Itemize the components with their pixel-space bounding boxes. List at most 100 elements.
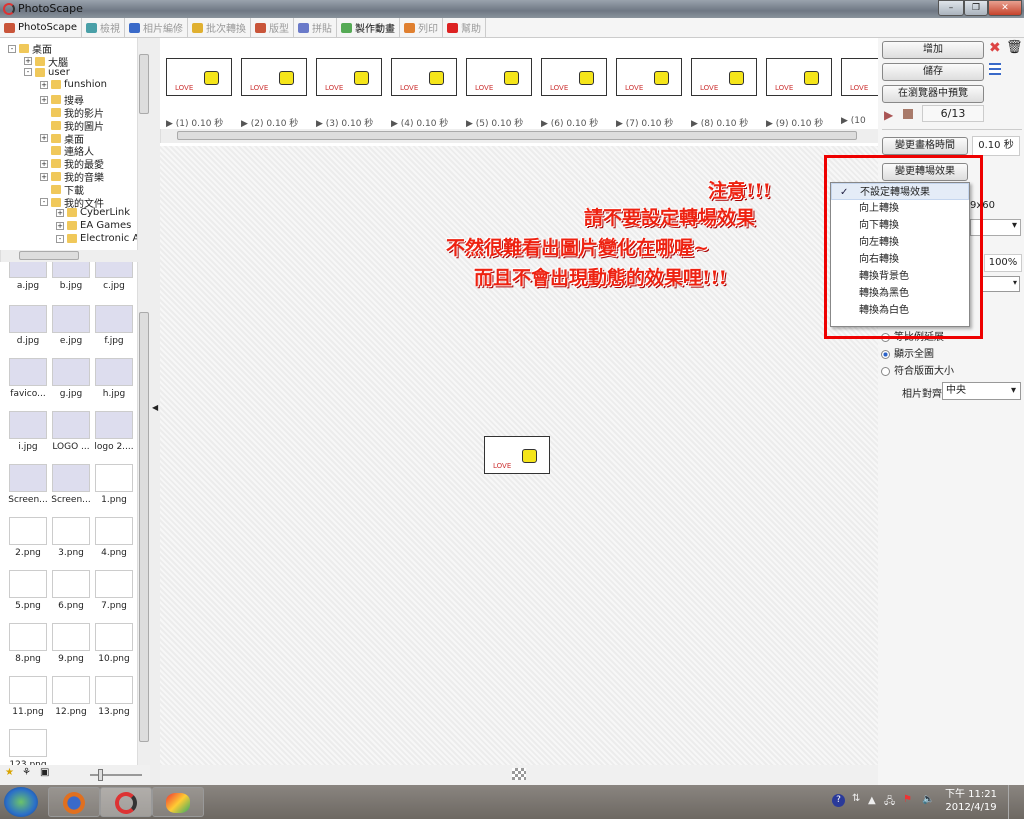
file-item[interactable]: logo 2.... bbox=[93, 411, 135, 452]
frame-play-icon[interactable]: ▶ bbox=[691, 119, 701, 129]
fit-page-radio[interactable]: 符合版面大小 bbox=[881, 362, 954, 377]
tree-horizontal-scrollbar[interactable] bbox=[0, 250, 150, 262]
file-item[interactable]: LOGO ... bbox=[50, 411, 92, 452]
help-icon[interactable]: ? bbox=[832, 794, 845, 807]
frame-thumbnail[interactable]: LOVE bbox=[391, 58, 457, 96]
file-item[interactable]: 1.png bbox=[93, 464, 135, 505]
frame-thumbnail[interactable]: LOVE bbox=[466, 58, 532, 96]
expand-toggle[interactable]: - bbox=[56, 234, 64, 243]
frame-label[interactable]: ▶ (9) 0.10 秒 bbox=[766, 116, 823, 129]
thumbnail-size-slider[interactable] bbox=[90, 769, 142, 781]
frame-thumbnail[interactable]: LOVE bbox=[316, 58, 382, 96]
percent-field[interactable]: 100% bbox=[984, 254, 1022, 272]
tree-item[interactable]: - Electronic A bbox=[56, 233, 139, 244]
file-item[interactable]: c.jpg bbox=[93, 262, 135, 291]
save-button[interactable]: 儲存 bbox=[882, 63, 984, 81]
files-vertical-scrollbar[interactable] bbox=[137, 262, 150, 765]
taskbar-firefox[interactable] bbox=[48, 787, 100, 817]
close-button[interactable]: ✕ bbox=[988, 0, 1022, 16]
tab-3[interactable]: 批次轉換 bbox=[188, 18, 251, 37]
frame-thumbnail[interactable]: LOVE bbox=[541, 58, 607, 96]
file-item[interactable]: 13.png bbox=[93, 676, 135, 717]
frame-label[interactable]: ▶ (10 bbox=[841, 116, 866, 126]
tab-4[interactable]: 版型 bbox=[251, 18, 294, 37]
taskbar-paint[interactable] bbox=[152, 787, 204, 817]
frame-play-icon[interactable]: ▶ bbox=[241, 119, 251, 129]
expand-toggle[interactable]: + bbox=[40, 159, 48, 168]
file-item[interactable]: 2.png bbox=[7, 517, 49, 558]
frame-label[interactable]: ▶ (8) 0.10 秒 bbox=[691, 116, 748, 129]
file-item[interactable]: 9.png bbox=[50, 623, 92, 664]
frame-play-icon[interactable]: ▶ bbox=[466, 119, 476, 129]
file-item[interactable]: a.jpg bbox=[7, 262, 49, 291]
tab-0[interactable]: PhotoScape bbox=[0, 18, 82, 37]
file-item[interactable]: g.jpg bbox=[50, 358, 92, 399]
frame-play-icon[interactable]: ▶ bbox=[766, 119, 776, 129]
preview-in-browser-button[interactable]: 在瀏覽器中預覽 bbox=[882, 85, 984, 103]
star-icon[interactable]: ★ bbox=[5, 767, 14, 778]
tree-item[interactable]: + EA Games bbox=[56, 220, 131, 231]
frame-label[interactable]: ▶ (7) 0.10 秒 bbox=[616, 116, 673, 129]
tab-2[interactable]: 相片編修 bbox=[125, 18, 188, 37]
stop-icon[interactable] bbox=[903, 109, 913, 119]
file-item[interactable]: 10.png bbox=[93, 623, 135, 664]
play-icon[interactable]: ▶ bbox=[884, 108, 893, 122]
expand-toggle[interactable]: + bbox=[40, 134, 48, 143]
filmstrip-scrollbar[interactable] bbox=[160, 129, 878, 143]
frame-play-icon[interactable]: ▶ bbox=[841, 116, 851, 126]
expand-toggle[interactable]: - bbox=[24, 68, 32, 77]
expand-toggle[interactable]: + bbox=[40, 172, 48, 181]
file-item[interactable]: favico... bbox=[7, 358, 49, 399]
show-all-radio[interactable]: 顯示全圖 bbox=[881, 345, 934, 360]
file-item[interactable]: d.jpg bbox=[7, 305, 49, 346]
frame-label[interactable]: ▶ (3) 0.10 秒 bbox=[316, 116, 373, 129]
expand-toggle[interactable]: - bbox=[8, 44, 16, 53]
frame-play-icon[interactable]: ▶ bbox=[166, 119, 176, 129]
folder-tree[interactable]: - 桌面 + 大腦 - user + funshion + 搜尋 我的影片 我的圖片 + 桌面 連絡人 + 我的… bbox=[0, 38, 150, 250]
file-item[interactable]: 5.png bbox=[7, 570, 49, 611]
tab-1[interactable]: 檢視 bbox=[82, 18, 125, 37]
file-item[interactable]: 8.png bbox=[7, 623, 49, 664]
frame-label[interactable]: ▶ (6) 0.10 秒 bbox=[541, 116, 598, 129]
frame-label[interactable]: ▶ (1) 0.10 秒 bbox=[166, 116, 223, 129]
frame-label[interactable]: ▶ (2) 0.10 秒 bbox=[241, 116, 298, 129]
tab-5[interactable]: 拼貼 bbox=[294, 18, 337, 37]
clock[interactable]: 下午 11:21 2012/4/19 bbox=[945, 788, 997, 814]
folder-view-icon[interactable]: ▣ bbox=[40, 767, 49, 778]
frame-thumbnail[interactable]: LOVE bbox=[616, 58, 682, 96]
expand-toggle[interactable]: + bbox=[56, 221, 64, 230]
frame-label[interactable]: ▶ (5) 0.10 秒 bbox=[466, 116, 523, 129]
favorites-icon[interactable]: ⚘ bbox=[22, 767, 31, 778]
background-color-picker[interactable]: ▾ bbox=[980, 276, 1020, 292]
tab-7[interactable]: 列印 bbox=[400, 18, 443, 37]
expand-toggle[interactable]: + bbox=[40, 80, 48, 89]
tree-vertical-scrollbar[interactable] bbox=[137, 38, 150, 250]
change-frame-time-button[interactable]: 變更畫格時間 bbox=[882, 137, 968, 155]
show-desktop-button[interactable] bbox=[1008, 785, 1024, 819]
frame-thumbnail[interactable]: LOVE bbox=[166, 58, 232, 96]
file-item[interactable]: 4.png bbox=[93, 517, 135, 558]
file-item[interactable]: Screen... bbox=[7, 464, 49, 505]
trash-icon[interactable]: 🗑 bbox=[1006, 40, 1023, 55]
align-dropdown[interactable]: 中央 ▾ bbox=[942, 382, 1021, 400]
frame-thumbnail[interactable]: LOVE bbox=[241, 58, 307, 96]
expand-toggle[interactable]: + bbox=[24, 57, 32, 66]
file-item[interactable]: 11.png bbox=[7, 676, 49, 717]
add-button[interactable]: 增加 bbox=[882, 41, 984, 59]
tree-item[interactable]: + CyberLink bbox=[56, 207, 130, 218]
frame-play-icon[interactable]: ▶ bbox=[391, 119, 401, 129]
expand-toggle[interactable]: - bbox=[40, 198, 48, 207]
tree-item[interactable]: + funshion bbox=[40, 79, 107, 90]
show-hidden-icons[interactable]: ▲ bbox=[868, 795, 876, 806]
network-icon[interactable]: 🖧 bbox=[884, 794, 895, 811]
minimize-button[interactable]: – bbox=[938, 0, 964, 16]
frame-label[interactable]: ▶ (4) 0.10 秒 bbox=[391, 116, 448, 129]
expand-toggle[interactable]: + bbox=[40, 95, 48, 104]
file-item[interactable]: 123.png bbox=[7, 729, 49, 765]
frame-thumbnail[interactable]: LOVE bbox=[766, 58, 832, 96]
frame-play-icon[interactable]: ▶ bbox=[616, 119, 626, 129]
file-item[interactable]: h.jpg bbox=[93, 358, 135, 399]
frame-play-icon[interactable]: ▶ bbox=[316, 119, 326, 129]
maximize-button[interactable]: ❐ bbox=[964, 0, 988, 16]
file-item[interactable]: e.jpg bbox=[50, 305, 92, 346]
